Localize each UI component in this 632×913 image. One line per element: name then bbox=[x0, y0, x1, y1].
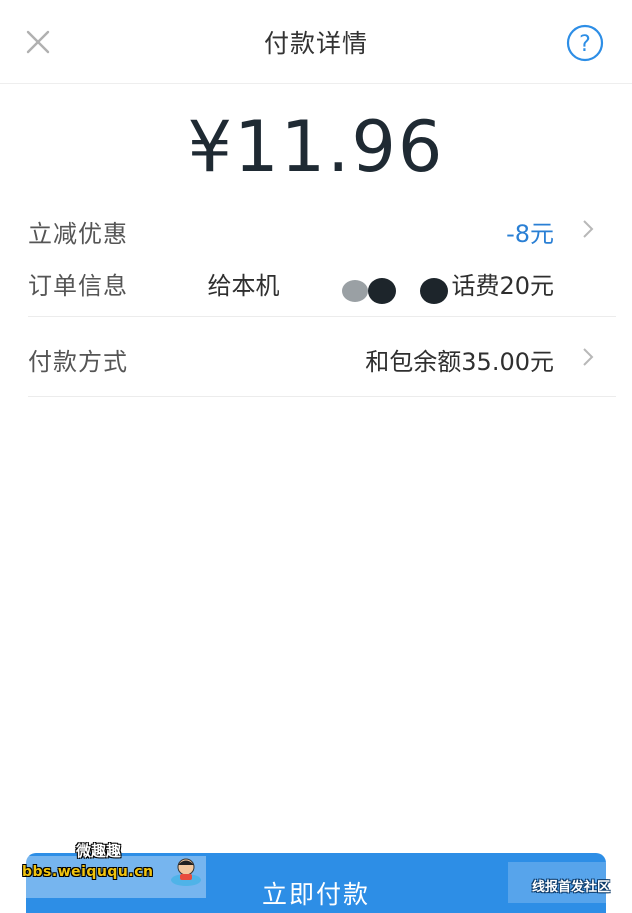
payment-method-label: 付款方式 bbox=[28, 348, 128, 376]
header-bar: 付款详情 ? bbox=[0, 0, 632, 84]
watermark-url: bbs.weiququ.cn bbox=[22, 864, 154, 880]
redaction-mark bbox=[342, 280, 368, 302]
order-info-prefix: 给本机 bbox=[207, 272, 280, 300]
help-button[interactable]: ? bbox=[566, 24, 604, 62]
payment-method-value: 和包余额35.00元 bbox=[365, 348, 554, 376]
redaction-mark bbox=[420, 278, 448, 304]
discount-row[interactable]: 立减优惠 -8元 bbox=[28, 214, 616, 248]
chevron-right-icon bbox=[580, 218, 596, 240]
payment-amount: ¥11.96 bbox=[187, 106, 445, 188]
divider bbox=[28, 316, 616, 317]
discount-value: -8元 bbox=[506, 220, 554, 248]
watermark-brand: 微趣趣 bbox=[76, 842, 122, 860]
chevron-right-icon bbox=[580, 346, 596, 368]
divider bbox=[28, 396, 616, 397]
order-info-label: 订单信息 bbox=[28, 272, 128, 300]
mascot-icon bbox=[168, 854, 204, 888]
page-title: 付款详情 bbox=[263, 29, 368, 58]
redaction-mark bbox=[368, 278, 396, 304]
payment-method-row[interactable]: 付款方式 和包余额35.00元 bbox=[28, 340, 616, 376]
watermark-slogan: 线报首发社区 bbox=[531, 880, 610, 895]
discount-label: 立减优惠 bbox=[28, 220, 128, 248]
order-info-suffix: 话费20元 bbox=[451, 272, 554, 300]
help-icon: ? bbox=[566, 24, 604, 62]
watermark-logo: 微趣趣 bbs.weiququ.cn bbox=[18, 840, 208, 898]
svg-text:?: ? bbox=[579, 32, 591, 57]
order-info-row: 订单信息 给本机 话费20元 bbox=[28, 266, 616, 304]
